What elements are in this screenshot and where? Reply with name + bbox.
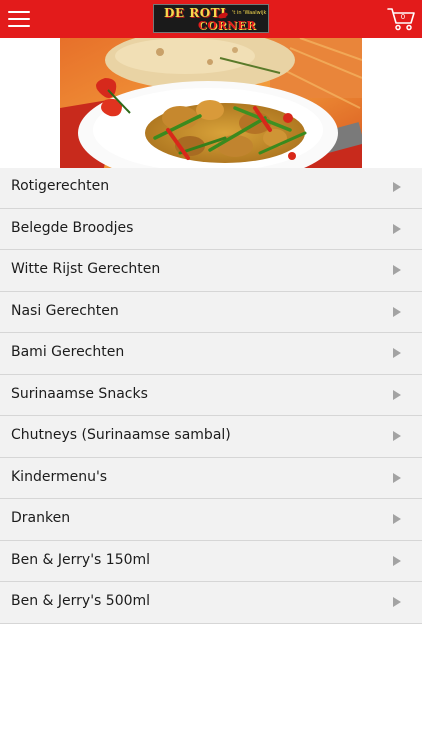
list-item[interactable]: Dranken bbox=[0, 499, 422, 541]
list-item[interactable]: Rotigerechten bbox=[0, 168, 422, 209]
chevron-right-icon bbox=[393, 389, 401, 400]
list-item[interactable]: Bami Gerechten bbox=[0, 333, 422, 375]
hamburger-menu-icon[interactable] bbox=[8, 8, 30, 28]
chevron-right-icon bbox=[393, 306, 401, 317]
menu-line bbox=[8, 11, 30, 13]
chevron-right-icon bbox=[393, 431, 401, 441]
chevron-right-icon bbox=[393, 472, 401, 483]
list-item-label: Dranken bbox=[11, 510, 71, 526]
list-item[interactable]: Chutneys (Surinaamse sambal) bbox=[0, 416, 422, 458]
list-item-label: Witte Rijst Gerechten bbox=[11, 261, 161, 277]
list-item-label: Kindermenu's bbox=[11, 468, 108, 485]
list-item[interactable]: Ben & Jerry's 150ml bbox=[0, 540, 422, 582]
list-item-label: Nasi Gerechten bbox=[11, 302, 119, 319]
chevron-right-icon bbox=[393, 514, 401, 524]
logo-line-1: DE ROTI bbox=[164, 6, 227, 20]
chevron-right-icon bbox=[393, 597, 401, 607]
list-item-label: Chutneys (Surinaamse sambal) bbox=[11, 427, 231, 443]
list-item[interactable]: Witte Rijst Gerechten bbox=[0, 250, 422, 292]
category-list: Rotigerechten Belegde Broodjes Witte Rij… bbox=[0, 168, 422, 624]
list-item-label: Bami Gerechten bbox=[11, 344, 125, 360]
list-item[interactable]: Nasi Gerechten bbox=[0, 291, 422, 333]
list-item-label: Surinaamse Snacks bbox=[11, 385, 148, 402]
list-item-label: Rotigerechten bbox=[11, 178, 110, 194]
list-item-label: Ben & Jerry's 150ml bbox=[11, 551, 151, 568]
logo-line-2: CORNER bbox=[198, 19, 257, 32]
chevron-right-icon bbox=[393, 182, 401, 192]
chevron-right-icon bbox=[393, 348, 401, 358]
list-item-label: Belegde Broodjes bbox=[11, 219, 134, 236]
shopping-cart-icon[interactable]: 0 bbox=[387, 6, 417, 32]
food-photo bbox=[60, 38, 362, 185]
restaurant-logo[interactable]: DE ROTI 't in 'Waalwijk CORNER bbox=[153, 4, 269, 33]
list-item[interactable]: Kindermenu's bbox=[0, 457, 422, 499]
hero-food-image bbox=[60, 38, 362, 185]
cart-count-badge: 0 bbox=[400, 13, 406, 21]
top-bar: DE ROTI 't in 'Waalwijk CORNER 0 bbox=[0, 0, 422, 38]
menu-line bbox=[8, 18, 30, 20]
chevron-right-icon bbox=[393, 555, 401, 566]
menu-line bbox=[8, 25, 30, 27]
list-item[interactable]: Ben & Jerry's 500ml bbox=[0, 582, 422, 624]
list-item[interactable]: Surinaamse Snacks bbox=[0, 374, 422, 416]
list-item-label: Ben & Jerry's 500ml bbox=[11, 593, 151, 609]
list-item[interactable]: Belegde Broodjes bbox=[0, 208, 422, 250]
chevron-right-icon bbox=[393, 223, 401, 234]
chevron-right-icon bbox=[393, 265, 401, 275]
logo-tagline: 't in 'Waalwijk bbox=[232, 10, 267, 16]
